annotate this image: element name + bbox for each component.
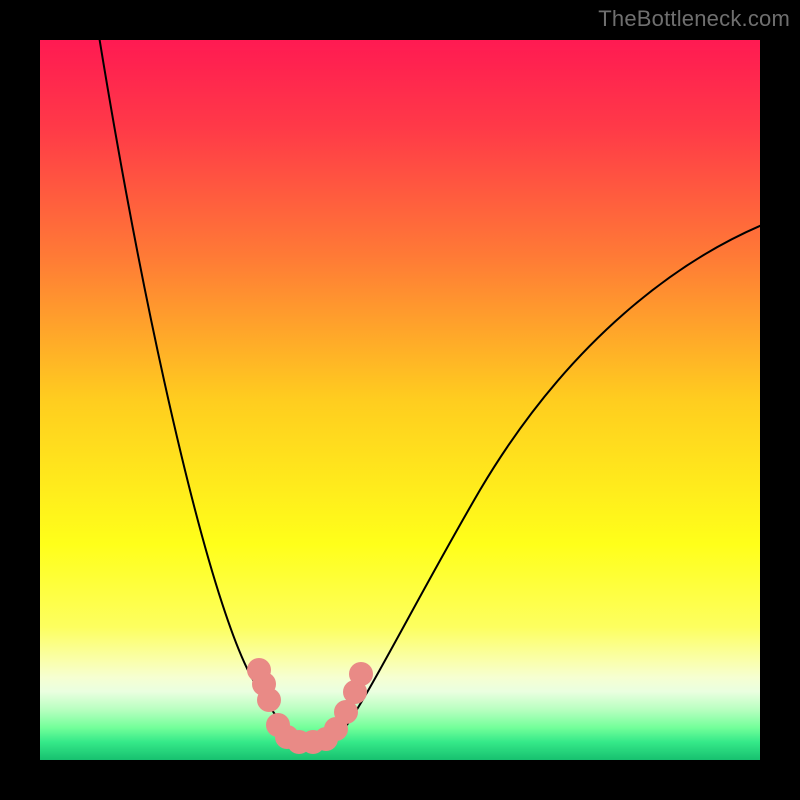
chart-frame: TheBottleneck.com xyxy=(0,0,800,800)
chart-svg xyxy=(40,40,760,760)
marker-point xyxy=(257,688,281,712)
gradient-background xyxy=(40,40,760,760)
marker-point xyxy=(349,662,373,686)
plot-area xyxy=(40,40,760,760)
watermark-text: TheBottleneck.com xyxy=(598,6,790,32)
